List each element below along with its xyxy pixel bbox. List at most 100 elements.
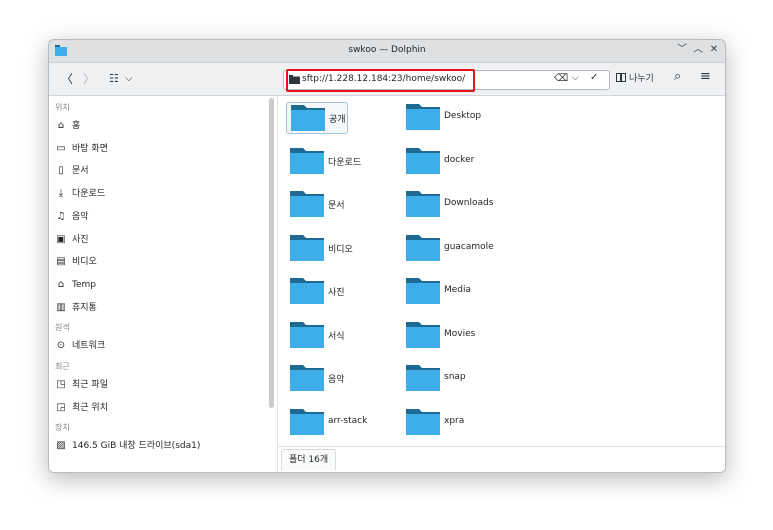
sidebar-item-label: 네트워크 [72,341,106,352]
folder-name: 서식 [328,331,345,342]
sidebar-item[interactable]: ▥ 휴지통 [55,300,97,316]
folder-name: 공개 [329,115,346,125]
folder-name: guacamole [444,241,494,252]
sidebar-item-label: 사진 [72,234,89,245]
close-button[interactable]: ✕ [707,43,721,57]
main-toolbar: 〈 〉 ☷ ⌵ sftp://1.228.12.184:23/home/swko… [49,63,725,96]
sidebar-item[interactable]: ⌂ 홈 [55,118,80,134]
forward-button[interactable]: 〉 [83,71,95,87]
folder-name: 음악 [328,375,345,385]
folder-name: snap [444,372,466,382]
sidebar-item[interactable]: ⌂ Temp [55,277,96,293]
history-dropdown-chevron-icon[interactable]: ⌵ [572,73,579,83]
folder-name: 비디오 [328,244,353,255]
view-dropdown-chevron-icon[interactable]: ⌵ [125,71,133,87]
folder-item[interactable]: Media [402,276,512,306]
folder-name: Movies [444,328,476,339]
sidebar-section-heading: 최근 [55,362,70,371]
folder-name: Media [444,285,472,295]
folder-icon [406,234,440,261]
window-title: swkoo — Dolphin [348,45,426,55]
folder-name: docker [444,154,475,165]
sidebar-item[interactable]: ⊙ 네트워크 [55,338,105,354]
split-view-button[interactable]: 나누기 [616,72,654,86]
sidebar-item-label: 다운로드 [72,189,106,200]
folder-item[interactable]: 문서 [286,189,346,219]
drive-icon: ▨ [56,440,66,452]
clear-location-icon[interactable]: ⌫ [554,73,568,84]
music-icon: ♫ [56,210,66,222]
folder-icon [406,147,440,174]
back-button[interactable]: 〈 [61,71,73,87]
folder-name: xpra [444,415,465,426]
sidebar-item[interactable]: ◳ 최근 파일 [55,377,108,393]
folder-item[interactable]: 다운로드 [286,146,361,176]
sidebar-section-heading: 원격 [55,323,70,333]
sidebar-item-label: 146.5 GiB 내장 드라이브(sda1) [72,441,201,452]
split-view-icon [616,73,626,82]
folder-icon [406,408,440,435]
folder-item[interactable]: 공개 [286,102,348,134]
folder-item[interactable]: 음악 [286,363,346,393]
videos-icon: ▤ [56,256,66,268]
sidebar-item-label: 최근 파일 [72,380,108,390]
folder-icon [406,104,440,130]
sidebar-item[interactable]: ⤓ 다운로드 [55,186,105,202]
folder-item[interactable]: Downloads [402,189,512,219]
sidebar-item[interactable]: ▯ 문서 [55,163,89,179]
temp-icon: ⌂ [57,278,65,290]
sidebar-item-label: Temp [72,279,96,290]
hamburger-menu-icon[interactable]: ≡ [700,69,711,84]
folder-item[interactable]: docker [402,146,512,176]
confirm-check-icon[interactable]: ✓ [590,72,598,83]
sidebar-item-label: 문서 [72,166,89,177]
folder-item[interactable]: xpra [402,407,512,437]
sidebar-item[interactable]: ◲ 최근 위치 [55,400,108,416]
minimize-button[interactable]: ﹀ [675,43,689,57]
folder-icon [291,105,325,131]
downloads-icon: ⤓ [58,188,64,200]
sidebar-item[interactable]: ▭ 바탕 화면 [55,141,108,157]
sidebar-section-heading: 장치 [55,423,70,433]
sidebar-item[interactable]: ▣ 사진 [55,232,89,248]
folder-item[interactable]: 비디오 [286,233,353,263]
folder-icon [406,321,440,348]
status-bar: 폴더 16개 [278,446,725,472]
search-icon[interactable]: ⌕ [674,69,681,84]
folder-item[interactable]: Desktop [402,102,512,132]
folder-item[interactable]: arr-stack [286,407,367,437]
places-scrollbar[interactable] [269,98,274,408]
sidebar-item[interactable]: ▤ 비디오 [55,254,97,270]
folder-item[interactable]: Movies [402,320,512,350]
folder-name: 사진 [328,288,345,298]
sidebar-item-label: 홈 [72,121,81,131]
folder-icon [290,321,324,348]
places-panel: 위치 ⌂ 홈 ▭ 바탕 화면 ▯ 문서 ⤓ 다운로드 ♫ 음악 ▣ 사진 ▤ 비디오 ⌂ Temp ▥ 휴지통 원격 ⊙… [49,96,267,472]
folder-name: Downloads [444,198,494,208]
view-mode-button[interactable]: ☷ [109,71,119,87]
folder-icon [290,278,324,304]
folder-name: 문서 [328,201,345,211]
folder-item[interactable]: 사진 [286,276,346,306]
folder-icon [290,147,324,174]
folder-item[interactable]: guacamole [402,233,512,263]
folder-icon [406,278,440,304]
sidebar-item[interactable]: ▨ 146.5 GiB 내장 드라이브(sda1) [55,438,200,454]
sidebar-section-heading: 위치 [55,103,70,112]
title-bar[interactable]: swkoo — Dolphin ﹀ ︿ ✕ [49,40,725,63]
sidebar-item[interactable]: ♫ 음악 [55,209,89,225]
folder-icon [290,365,324,391]
split-view-label: 나누기 [629,74,654,84]
sidebar-item-label: 휴지통 [72,302,97,313]
location-bar[interactable]: sftp://1.228.12.184:23/home/swkoo/ ⌫ ⌵ ✓ [283,69,610,92]
folder-item[interactable]: snap [402,363,512,393]
folder-item[interactable]: 서식 [286,320,346,350]
dolphin-window: swkoo — Dolphin ﹀ ︿ ✕ 〈 〉 ☷ ⌵ sftp://1.2… [48,39,726,473]
folder-name: 다운로드 [328,157,362,168]
recent-files-icon: ◳ [56,379,66,390]
folder-count-label: 폴더 16개 [281,449,337,470]
maximize-button[interactable]: ︿ [691,43,705,57]
home-icon: ⌂ [57,120,65,131]
file-view: 공개 Desktop 다운로드 docker 문서 Downloads 비디오 guacamo… [278,96,725,446]
folder-icon [290,408,324,435]
